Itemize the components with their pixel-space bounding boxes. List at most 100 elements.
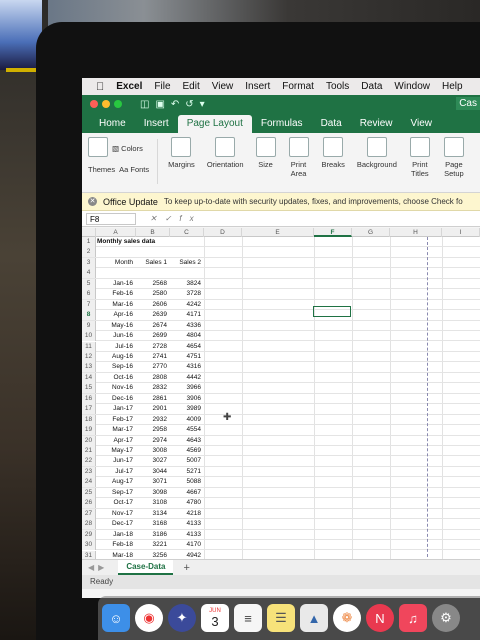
name-box[interactable]: F8	[86, 212, 136, 225]
print-titles-button[interactable]: Print Titles	[409, 137, 431, 192]
menu-edit[interactable]: Edit	[183, 81, 200, 92]
tab-view[interactable]: View	[401, 118, 441, 133]
margins-button[interactable]: Margins	[168, 137, 195, 192]
sales1-cell[interactable]: 2808	[136, 373, 170, 383]
row-header[interactable]: 15	[82, 383, 96, 394]
row-header[interactable]: 30	[82, 540, 96, 551]
sales1-cell[interactable]: 3134	[136, 509, 170, 519]
header-cell-sales1[interactable]: Sales 1	[136, 258, 170, 268]
spreadsheet-grid[interactable]: A B C D E F G H I 1 Monthly sales data 2 3 M…	[82, 228, 480, 566]
photos-icon[interactable]: ❁	[333, 604, 361, 632]
add-sheet-button[interactable]: +	[183, 562, 189, 574]
breaks-button[interactable]: Breaks	[322, 137, 345, 192]
row-header[interactable]: 16	[82, 393, 96, 404]
header-cell-month[interactable]: Month	[96, 258, 136, 268]
row-header[interactable]: 7	[82, 299, 96, 310]
month-cell[interactable]: Feb-16	[96, 289, 136, 299]
month-cell[interactable]: May-16	[96, 321, 136, 331]
column-header-a[interactable]: A	[96, 228, 136, 237]
row-header[interactable]: 18	[82, 414, 96, 425]
sales1-cell[interactable]: 3168	[136, 519, 170, 529]
sales2-cell[interactable]: 4654	[170, 342, 204, 352]
menu-data[interactable]: Data	[361, 81, 382, 92]
row-header[interactable]: 27	[82, 508, 96, 519]
sales1-cell[interactable]: 2606	[136, 300, 170, 310]
row-header[interactable]: 22	[82, 456, 96, 467]
sales1-cell[interactable]: 2741	[136, 352, 170, 362]
row-header[interactable]: 2	[82, 247, 96, 258]
row-header[interactable]: 12	[82, 351, 96, 362]
tab-page-layout[interactable]: Page Layout	[177, 115, 252, 133]
row-header[interactable]: 21	[82, 446, 96, 456]
apple-icon[interactable]: 	[96, 81, 104, 93]
month-cell[interactable]: Feb-17	[96, 415, 136, 425]
sales1-cell[interactable]: 2699	[136, 331, 170, 341]
sales2-cell[interactable]: 3728	[170, 289, 204, 299]
sales2-cell[interactable]: 5007	[170, 456, 204, 466]
row-header[interactable]: 29	[82, 529, 96, 540]
sales2-cell[interactable]: 4171	[170, 310, 204, 320]
menu-insert[interactable]: Insert	[245, 81, 270, 92]
sales2-cell[interactable]: 3989	[170, 404, 204, 414]
sales2-cell[interactable]: 3906	[170, 394, 204, 404]
tab-formulas[interactable]: Formulas	[252, 118, 312, 133]
sales2-cell[interactable]: 4170	[170, 540, 204, 550]
row-header[interactable]: 26	[82, 498, 96, 509]
menu-format[interactable]: Format	[282, 81, 314, 92]
sales2-cell[interactable]: 4242	[170, 300, 204, 310]
sales2-cell[interactable]: 4804	[170, 331, 204, 341]
row-header[interactable]: 13	[82, 362, 96, 373]
sales2-cell[interactable]: 4751	[170, 352, 204, 362]
zoom-window-button[interactable]	[114, 100, 122, 108]
sheet-title-cell[interactable]: Monthly sales data	[96, 237, 155, 247]
month-cell[interactable]: May-17	[96, 446, 136, 456]
column-header-b[interactable]: B	[136, 228, 170, 237]
sales1-cell[interactable]: 2901	[136, 404, 170, 414]
sales1-cell[interactable]: 3027	[136, 456, 170, 466]
colors-button[interactable]: ▧ Colors	[112, 144, 143, 153]
menu-window[interactable]: Window	[394, 81, 430, 92]
sales1-cell[interactable]: 2674	[136, 321, 170, 331]
size-button[interactable]: Size	[255, 137, 276, 192]
sales1-cell[interactable]: 2639	[136, 310, 170, 320]
row-header[interactable]: 8	[82, 310, 96, 321]
themes-button[interactable]	[88, 137, 108, 160]
sales1-cell[interactable]: 3098	[136, 488, 170, 498]
menu-help[interactable]: Help	[442, 81, 463, 92]
menu-tools[interactable]: Tools	[326, 81, 349, 92]
month-cell[interactable]: Jun-16	[96, 331, 136, 341]
sales2-cell[interactable]: 4009	[170, 415, 204, 425]
row-header[interactable]: 19	[82, 425, 96, 436]
sheet-nav-arrows[interactable]: ◀▶	[88, 563, 108, 572]
month-cell[interactable]: Mar-17	[96, 425, 136, 435]
row-header[interactable]: 5	[82, 278, 96, 289]
sales2-cell[interactable]: 4133	[170, 530, 204, 540]
month-cell[interactable]: Jan-16	[96, 279, 136, 289]
sales2-cell[interactable]: 4569	[170, 446, 204, 456]
calendar-icon[interactable]: JUN 3	[201, 604, 229, 632]
sales2-cell[interactable]: 4780	[170, 498, 204, 508]
header-cell-sales2[interactable]: Sales 2	[170, 258, 204, 268]
row-header[interactable]: 24	[82, 477, 96, 488]
launchpad-icon[interactable]: ✦	[168, 604, 196, 632]
sales2-cell[interactable]: 4218	[170, 509, 204, 519]
month-cell[interactable]: Oct-16	[96, 373, 136, 383]
month-cell[interactable]: Feb-18	[96, 540, 136, 550]
row-header[interactable]: 11	[82, 341, 96, 352]
sales1-cell[interactable]: 2580	[136, 289, 170, 299]
sales2-cell[interactable]: 4316	[170, 362, 204, 372]
menu-view[interactable]: View	[212, 81, 234, 92]
tab-home[interactable]: Home	[90, 118, 135, 133]
sales2-cell[interactable]: 4336	[170, 321, 204, 331]
row-header[interactable]: 3	[82, 257, 96, 268]
row-header[interactable]: 6	[82, 289, 96, 300]
row-header[interactable]: 9	[82, 320, 96, 331]
sales1-cell[interactable]: 3044	[136, 467, 170, 477]
system-preferences-icon[interactable]: ⚙	[432, 604, 460, 632]
sheet-tab-case-data[interactable]: Case-Data	[118, 560, 174, 575]
background-button[interactable]: Background	[357, 137, 397, 192]
maps-icon[interactable]: ▲	[300, 604, 328, 632]
row-header[interactable]: 14	[82, 372, 96, 383]
sales1-cell[interactable]: 2932	[136, 415, 170, 425]
row-header[interactable]: 25	[82, 487, 96, 498]
